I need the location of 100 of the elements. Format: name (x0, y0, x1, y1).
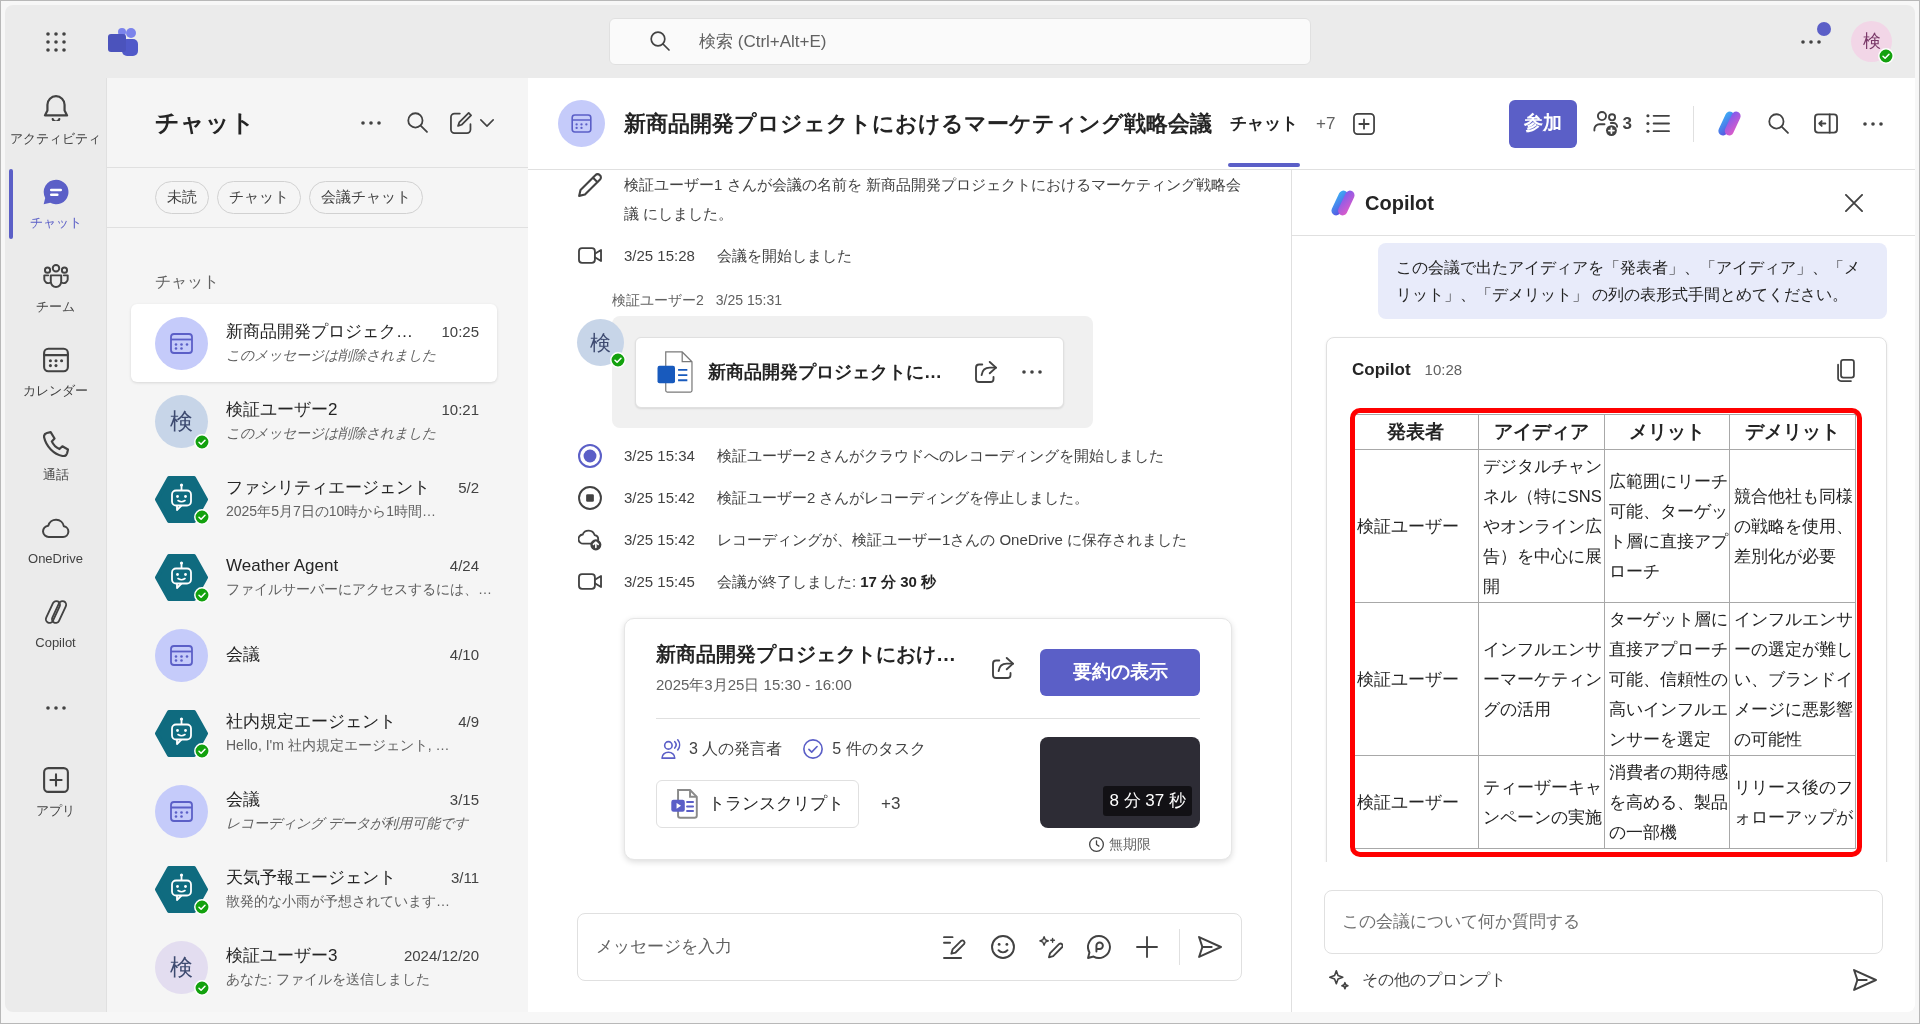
prompt-bubble: この会議で出たアイディアを「発表者」、「アイディア」、「メリット」、「デメリット」 の列の表形式手間とめてください。 (1378, 243, 1887, 319)
tab[interactable]: チャット (1228, 78, 1300, 169)
duration-label: 8 分 37 秒 (1103, 786, 1192, 816)
robot-icon (155, 865, 208, 913)
chat-list-item[interactable]: 天気予報エージェント 3/11 散発的な小雨が予想されています… (131, 850, 497, 928)
event-time: 3/25 15:28 (624, 246, 695, 266)
slanted-bars-logo-icon (1715, 110, 1743, 137)
event-text: 検証ユーザー2 さんがレコーディングを停止しました。 (716, 488, 1090, 508)
nav-item[interactable]: アクティビティ (5, 78, 106, 162)
nav-item[interactable]: カレンダー (5, 330, 106, 414)
robot-icon (155, 475, 208, 523)
chat-list-item[interactable]: 検 検証ユーザー3 2024/12/20 あなた: ファイルを送信しました (131, 928, 497, 1006)
panel-icon (1814, 113, 1838, 134)
message-time: 10:28 (1424, 359, 1463, 380)
more-icon (45, 706, 66, 710)
chat-name: 検証ユーザー2 (226, 399, 338, 421)
message-field[interactable]: メッセージを入力 (596, 927, 935, 967)
chat-time: 5/2 (458, 478, 479, 498)
chat-preview: ファイルサーバーにアクセスするには、… (226, 580, 492, 599)
clock-icon (1089, 837, 1104, 852)
people-add-icon (1592, 110, 1619, 137)
chat-list-item[interactable]: 社内規定エージェント 4/9 Hello, I'm 社内規定エージェント, … (131, 694, 497, 772)
chat-time: 10:25 (441, 322, 479, 342)
record-icon (578, 443, 602, 468)
more-files-button[interactable]: +3 (881, 791, 901, 817)
video-thumbnail[interactable]: 8 分 37 秒 (1040, 737, 1200, 828)
table-cell: インフルエンサーの選定が難しい、ブランドイメージに悪影響の可能性 (1729, 602, 1856, 756)
event-text: レコーディングが、検証ユーザー1さんの OneDrive に保存されました (716, 530, 1187, 550)
pencil-icon (578, 172, 602, 197)
smiley-icon (991, 935, 1015, 959)
user-avatar: 検 (155, 940, 208, 994)
account-avatar[interactable]: 検 (1851, 21, 1892, 62)
nav-item[interactable]: 通話 (5, 414, 106, 498)
chat-preview: Hello, I'm 社内規定エージェント, … (226, 736, 450, 755)
search-field[interactable]: 検索 (Ctrl+Alt+E) (609, 18, 1311, 65)
nav-item[interactable]: チャット (5, 162, 106, 246)
share-icon (992, 657, 1014, 679)
table-cell: リリース後のフォローアップが (1729, 755, 1856, 849)
chat-name: 検証ユーザー3 (226, 945, 338, 967)
chat-list-item[interactable]: 検 検証ユーザー2 10:21 このメッセージは削除されました (131, 382, 497, 460)
table-cell: ティーザーキャンペーンの実施 (1478, 755, 1604, 849)
more-icon (1863, 121, 1883, 126)
chat-name: 会議 (226, 789, 260, 811)
document-icon (657, 351, 693, 393)
nav-item[interactable]: アプリ (5, 750, 106, 834)
participants-button[interactable]: 3 (1587, 103, 1637, 144)
speakers-link[interactable]: 3 人の発言者 (661, 737, 783, 761)
more-icon (361, 120, 381, 125)
chat-icon (42, 179, 69, 205)
calendar-icon (155, 784, 208, 838)
join-button[interactable]: 参加 (1508, 99, 1577, 148)
chat-list-item[interactable]: ファシリティエージェント 5/2 2025年5月7日の10時から1時間… (131, 460, 497, 538)
chat-preview: 散発的な小雨が予想されています… (226, 892, 450, 911)
recap-title: 新商品開発プロジェクトにおけ… (656, 642, 957, 667)
speech-bubble-icon (1087, 935, 1111, 959)
robot-icon (155, 709, 208, 757)
sparkle-pen-icon (1039, 935, 1063, 959)
copy-icon (1837, 358, 1855, 382)
event-text: 会議を開始しました (716, 246, 852, 266)
table-cell: 広範囲にリーチ可能、ターゲット層に直接アプローチ (1604, 449, 1730, 603)
nav-item[interactable]: Copilot (5, 582, 106, 666)
table-cell: 消費者の期待感を高める、製品の一部機 (1604, 755, 1730, 849)
event-time: 3/25 15:45 (624, 572, 695, 592)
nav-item[interactable]: チーム (5, 246, 106, 330)
chat-list-item[interactable]: 会議 3/15 レコーディング データが利用可能です (131, 772, 497, 850)
transcript-chip[interactable]: トランスクリプト (656, 780, 859, 828)
chat-name: 社内規定エージェント (226, 711, 396, 733)
send-icon (1198, 936, 1222, 958)
nav-item[interactable]: OneDrive (5, 498, 106, 582)
file-card[interactable]: 新商品開発プロジェクトに… (635, 336, 1064, 408)
tasks-link[interactable]: 5 件のタスク (803, 737, 926, 761)
chat-preview: このメッセージは削除されました (226, 424, 436, 443)
sender-name: Copilot (1352, 359, 1411, 382)
table-cell: インフルエンサーマーケティングの活用 (1478, 602, 1604, 756)
view-summary-button[interactable]: 要約の表示 (1040, 649, 1200, 696)
stop-icon (578, 485, 602, 510)
chat-list-item[interactable]: 会議 4/10 (131, 616, 497, 694)
more-prompts-button[interactable]: その他のプロンプト (1324, 968, 1506, 992)
more-tabs-button[interactable]: +7 (1316, 110, 1336, 137)
event-time: 3/25 15:34 (624, 446, 695, 466)
send-icon (1853, 969, 1877, 991)
chat-name: Weather Agent (226, 555, 339, 577)
list-icon (1646, 114, 1670, 133)
close-icon (1845, 193, 1863, 212)
sender-name: 検証ユーザー2 (612, 291, 704, 310)
column-header: メリット (1604, 414, 1730, 450)
compose-box[interactable]: メッセージを入力 (577, 913, 1242, 981)
chat-list-item[interactable]: Weather Agent 4/24 ファイルサーバーにアクセスするには、… (131, 538, 497, 616)
chat-list-item[interactable]: 新商品開発プロジェク… 10:25 このメッセージは削除されました (131, 304, 497, 382)
person-speaking-icon (661, 739, 681, 759)
video-camera-icon (578, 573, 602, 590)
user-avatar: 検 (155, 394, 208, 448)
search-icon (650, 31, 670, 51)
chat-time: 3/11 (450, 868, 479, 888)
copilot-input[interactable]: この会議について何か質問する (1324, 890, 1883, 954)
chat-preview: 2025年5月7日の10時から1時間… (226, 502, 437, 521)
event-text: 検証ユーザー1 さんが会議の名前を 新商品開発プロジェクトにおけるマーケティング戦略会議 にしました。 (624, 175, 1242, 224)
more-icon (1022, 370, 1042, 374)
chat-time: 3/15 (449, 790, 479, 810)
recap-date: 2025年3月25日 15:30 - 16:00 (656, 675, 853, 695)
